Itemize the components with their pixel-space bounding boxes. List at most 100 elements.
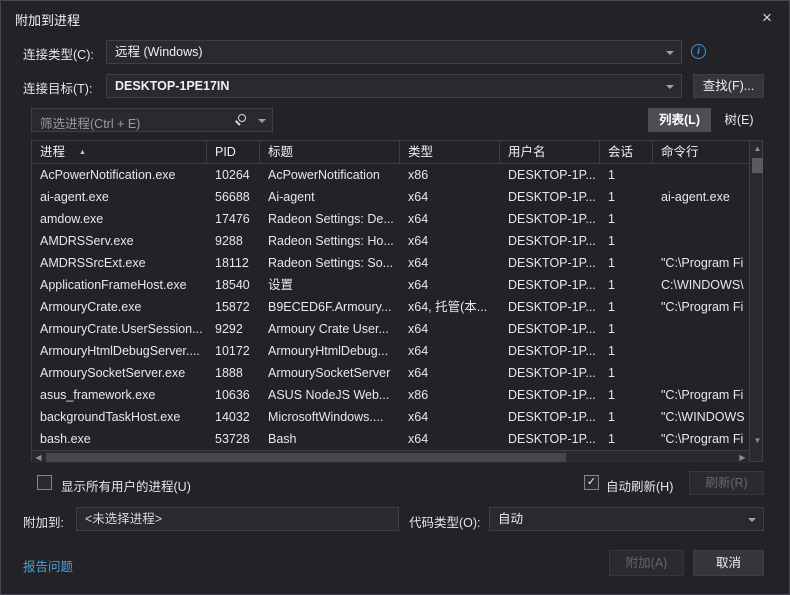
- table-row[interactable]: backgroundTaskHost.exe14032MicrosoftWind…: [32, 406, 749, 428]
- cell-pid: 56688: [207, 186, 260, 208]
- cell-name: ai-agent.exe: [32, 186, 207, 208]
- cell-session: 1: [600, 340, 653, 362]
- cell-user: DESKTOP-1P...: [500, 186, 600, 208]
- cell-user: DESKTOP-1P...: [500, 340, 600, 362]
- cell-name: ArmouryCrate.UserSession...: [32, 318, 207, 340]
- cell-cmd: [653, 362, 749, 384]
- find-button[interactable]: 查找(F)...: [693, 74, 764, 98]
- search-icon[interactable]: [238, 114, 246, 122]
- show-all-users-checkbox[interactable]: [37, 475, 52, 490]
- connection-type-value: 远程 (Windows): [115, 45, 203, 59]
- auto-refresh-checkbox[interactable]: ✓: [584, 475, 599, 490]
- cell-type: x64, 托管(本...: [400, 296, 500, 318]
- chevron-down-icon[interactable]: [258, 119, 266, 123]
- table-row[interactable]: ArmourySocketServer.exe1888ArmourySocket…: [32, 362, 749, 384]
- cell-type: x64: [400, 362, 500, 384]
- cell-session: 1: [600, 296, 653, 318]
- cancel-button[interactable]: 取消: [693, 550, 764, 576]
- cell-user: DESKTOP-1P...: [500, 274, 600, 296]
- cell-cmd: "C:\Program Fi: [653, 384, 749, 406]
- cell-name: AcPowerNotification.exe: [32, 164, 207, 186]
- connection-target-combo[interactable]: DESKTOP-1PE17IN: [106, 74, 682, 98]
- cell-pid: 9292: [207, 318, 260, 340]
- cell-name: asus_framework.exe: [32, 384, 207, 406]
- column-header-title[interactable]: 标题: [260, 141, 400, 163]
- scroll-up-icon[interactable]: ▲: [750, 144, 765, 153]
- cell-type: x64: [400, 230, 500, 252]
- table-row[interactable]: AMDRSSrcExt.exe18112Radeon Settings: So.…: [32, 252, 749, 274]
- code-type-label: 代码类型(O):: [409, 512, 481, 531]
- cell-type: x64: [400, 208, 500, 230]
- vertical-scroll-thumb[interactable]: [752, 158, 763, 173]
- cell-user: DESKTOP-1P...: [500, 164, 600, 186]
- attach-to-field[interactable]: <未选择进程>: [76, 507, 399, 531]
- cell-title: MicrosoftWindows....: [260, 406, 400, 428]
- column-header-type[interactable]: 类型: [400, 141, 500, 163]
- table-row[interactable]: amdow.exe17476Radeon Settings: De...x64D…: [32, 208, 749, 230]
- scroll-right-icon[interactable]: ▶: [736, 451, 749, 464]
- cell-pid: 10172: [207, 340, 260, 362]
- cell-session: 1: [600, 318, 653, 340]
- cell-cmd: [653, 230, 749, 252]
- table-row[interactable]: ApplicationFrameHost.exe18540设置x64DESKTO…: [32, 274, 749, 296]
- attach-button[interactable]: 附加(A): [609, 550, 684, 576]
- cell-user: DESKTOP-1P...: [500, 318, 600, 340]
- dialog-title: 附加到进程: [15, 10, 80, 29]
- cell-user: DESKTOP-1P...: [500, 208, 600, 230]
- close-icon[interactable]: ×: [755, 6, 779, 30]
- cell-pid: 10636: [207, 384, 260, 406]
- table-row[interactable]: ArmouryCrate.exe15872B9ECED6F.Armoury...…: [32, 296, 749, 318]
- connection-target-value: DESKTOP-1PE17IN: [115, 79, 229, 93]
- cell-cmd: [653, 340, 749, 362]
- column-header-pid[interactable]: PID: [207, 141, 260, 163]
- code-type-combo[interactable]: 自动: [489, 507, 764, 531]
- table-row[interactable]: bash.exe53728Bashx64DESKTOP-1P...1"C:\Pr…: [32, 428, 749, 450]
- auto-refresh-label[interactable]: 自动刷新(H): [606, 476, 673, 495]
- column-header-session[interactable]: 会话: [600, 141, 653, 163]
- cell-pid: 17476: [207, 208, 260, 230]
- info-icon[interactable]: i: [691, 44, 706, 59]
- table-row[interactable]: AcPowerNotification.exe10264AcPowerNotif…: [32, 164, 749, 186]
- table-row[interactable]: AMDRSServ.exe9288Radeon Settings: Ho...x…: [32, 230, 749, 252]
- table-row[interactable]: ai-agent.exe56688Ai-agentx64DESKTOP-1P..…: [32, 186, 749, 208]
- chevron-down-icon: [748, 518, 756, 522]
- column-header-user[interactable]: 用户名: [500, 141, 600, 163]
- filter-process-input[interactable]: 筛选进程(Ctrl + E): [31, 108, 273, 132]
- horizontal-scroll-thumb[interactable]: [46, 453, 566, 462]
- report-problem-link[interactable]: 报告问题: [23, 556, 73, 575]
- view-list-button[interactable]: 列表(L): [648, 108, 711, 132]
- column-header-cmdline[interactable]: 命令行: [653, 141, 749, 163]
- cell-title: Ai-agent: [260, 186, 400, 208]
- column-header-process[interactable]: 进程▲: [32, 141, 207, 163]
- table-row[interactable]: ArmouryCrate.UserSession...9292Armoury C…: [32, 318, 749, 340]
- cell-name: bash.exe: [32, 428, 207, 450]
- cell-user: DESKTOP-1P...: [500, 362, 600, 384]
- show-all-users-label[interactable]: 显示所有用户的进程(U): [61, 476, 191, 495]
- view-tree-button[interactable]: 树(E): [715, 108, 763, 132]
- vertical-scrollbar[interactable]: ▲ ▼: [749, 141, 762, 461]
- cell-type: x64: [400, 340, 500, 362]
- cell-user: DESKTOP-1P...: [500, 406, 600, 428]
- connection-type-label: 连接类型(C):: [23, 44, 94, 63]
- table-header-row: 进程▲ PID 标题 类型 用户名 会话 命令行: [32, 141, 749, 164]
- cell-pid: 18540: [207, 274, 260, 296]
- connection-type-combo[interactable]: 远程 (Windows): [106, 40, 682, 64]
- table-row[interactable]: asus_framework.exe10636ASUS NodeJS Web..…: [32, 384, 749, 406]
- cell-name: AMDRSSrcExt.exe: [32, 252, 207, 274]
- scroll-left-icon[interactable]: ◀: [32, 451, 45, 464]
- cell-user: DESKTOP-1P...: [500, 230, 600, 252]
- refresh-button[interactable]: 刷新(R): [689, 471, 764, 495]
- scroll-down-icon[interactable]: ▼: [750, 436, 765, 445]
- cell-cmd: "C:\Program Fi: [653, 252, 749, 274]
- cell-cmd: [653, 318, 749, 340]
- cell-title: ArmouryHtmlDebug...: [260, 340, 400, 362]
- cell-session: 1: [600, 274, 653, 296]
- cell-pid: 14032: [207, 406, 260, 428]
- cell-name: ApplicationFrameHost.exe: [32, 274, 207, 296]
- table-row[interactable]: ArmouryHtmlDebugServer....10172ArmouryHt…: [32, 340, 749, 362]
- cell-session: 1: [600, 428, 653, 450]
- code-type-value: 自动: [498, 512, 523, 526]
- cell-session: 1: [600, 208, 653, 230]
- horizontal-scrollbar[interactable]: ◀ ▶: [32, 450, 749, 463]
- cell-pid: 15872: [207, 296, 260, 318]
